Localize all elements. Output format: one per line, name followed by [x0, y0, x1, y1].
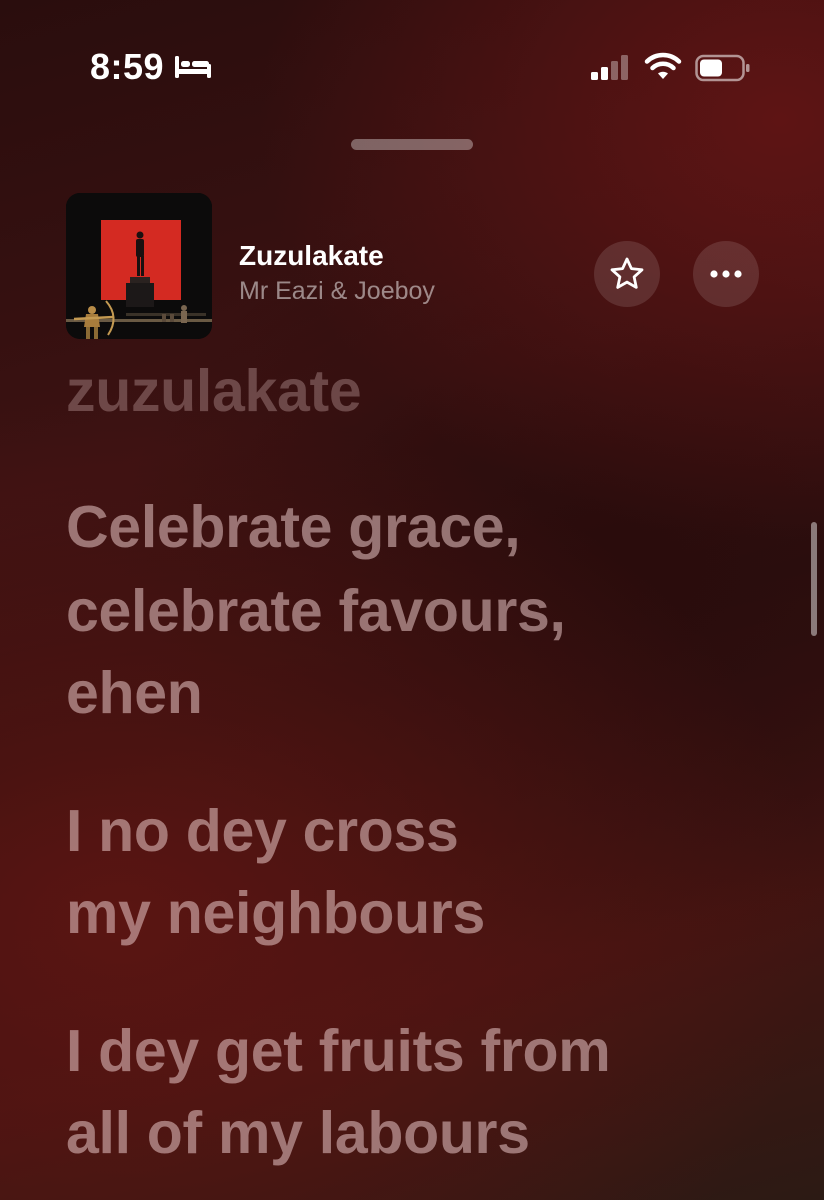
lyric-line[interactable]: all of my labours — [66, 1092, 530, 1174]
more-options-button[interactable] — [693, 241, 759, 307]
album-artwork[interactable] — [66, 193, 212, 339]
lyric-line[interactable]: I dey get fruits from — [66, 1010, 611, 1092]
song-artist[interactable]: Mr Eazi & Joeboy — [239, 277, 435, 306]
previous-lyric-line[interactable]: zuzulakate — [66, 350, 362, 432]
lyric-line[interactable]: celebrate favours, — [66, 570, 566, 652]
song-title: Zuzulakate — [239, 240, 384, 271]
lyric-line[interactable]: I no dey cross — [66, 790, 459, 872]
favorite-button[interactable] — [594, 241, 660, 307]
bed-icon — [175, 56, 211, 78]
lyric-line[interactable]: Celebrate grace, — [66, 486, 521, 568]
ellipsis-icon — [710, 270, 742, 278]
status-time: 8:59 — [90, 46, 165, 87]
lyric-line[interactable]: ehen — [66, 652, 203, 734]
sheet-grabber[interactable] — [351, 139, 473, 150]
scroll-indicator[interactable] — [811, 522, 817, 636]
lyrics-screen: 8:59 Zuzulakate Mr Eazi & Joeboy zuzulak… — [0, 0, 824, 1200]
battery-icon — [695, 54, 750, 82]
lyric-line[interactable]: my neighbours — [66, 872, 485, 954]
cellular-signal-icon — [591, 55, 628, 80]
wifi-icon — [644, 52, 682, 79]
star-outline-icon — [610, 257, 644, 289]
